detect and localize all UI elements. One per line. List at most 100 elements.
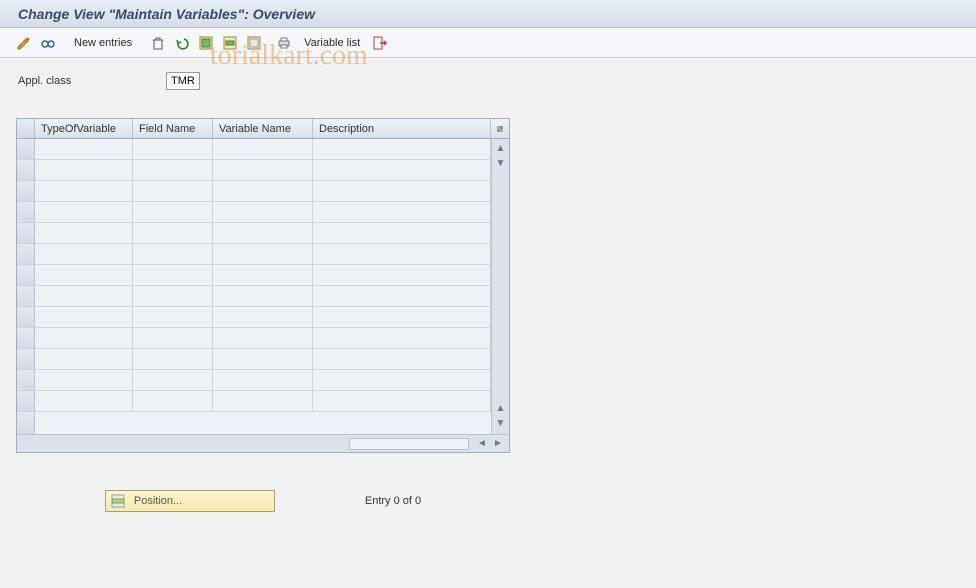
cell-field-name[interactable] <box>133 223 213 243</box>
cell-description[interactable] <box>313 202 491 222</box>
cell-variable-name[interactable] <box>213 244 313 264</box>
row-selector[interactable] <box>17 202 35 222</box>
cell-type-of-variable[interactable] <box>35 349 133 369</box>
cell-type-of-variable[interactable] <box>35 307 133 327</box>
row-selector[interactable] <box>17 244 35 264</box>
cell-type-of-variable[interactable] <box>35 328 133 348</box>
cell-description[interactable] <box>313 160 491 180</box>
cell-description[interactable] <box>313 139 491 159</box>
cell-field-name[interactable] <box>133 181 213 201</box>
row-selector[interactable] <box>17 139 35 159</box>
cell-type-of-variable[interactable] <box>35 370 133 390</box>
cell-variable-name[interactable] <box>213 181 313 201</box>
cell-variable-name[interactable] <box>213 265 313 285</box>
exit-icon[interactable] <box>370 33 390 53</box>
scroll-up-small-icon[interactable]: ▲ <box>494 402 508 416</box>
row-selector[interactable] <box>17 160 35 180</box>
select-block-icon[interactable] <box>220 33 240 53</box>
cell-variable-name[interactable] <box>213 307 313 327</box>
column-type-of-variable[interactable]: TypeOfVariable <box>35 119 133 138</box>
vertical-scrollbar[interactable]: ▲ ▼ ▲ ▼ <box>491 139 509 434</box>
table-settings-icon[interactable] <box>491 119 509 138</box>
table-row[interactable] <box>17 307 491 328</box>
table-row[interactable] <box>17 244 491 265</box>
row-selector[interactable] <box>17 370 35 390</box>
cell-field-name[interactable] <box>133 160 213 180</box>
table-row[interactable] <box>17 349 491 370</box>
row-selector[interactable] <box>17 307 35 327</box>
toggle-display-change-icon[interactable] <box>14 33 34 53</box>
cell-field-name[interactable] <box>133 307 213 327</box>
cell-description[interactable] <box>313 391 491 411</box>
cell-type-of-variable[interactable] <box>35 181 133 201</box>
table-row[interactable] <box>17 181 491 202</box>
table-row[interactable] <box>17 370 491 391</box>
cell-variable-name[interactable] <box>213 286 313 306</box>
cell-description[interactable] <box>313 244 491 264</box>
table-row[interactable] <box>17 202 491 223</box>
horizontal-scrollbar[interactable]: ◄ ► <box>17 434 509 452</box>
row-selector[interactable] <box>17 328 35 348</box>
cell-field-name[interactable] <box>133 139 213 159</box>
cell-type-of-variable[interactable] <box>35 265 133 285</box>
cell-field-name[interactable] <box>133 349 213 369</box>
scroll-up-icon[interactable]: ▲ <box>494 142 508 156</box>
column-variable-name[interactable]: Variable Name <box>213 119 313 138</box>
row-selector[interactable] <box>17 349 35 369</box>
cell-description[interactable] <box>313 328 491 348</box>
table-row[interactable] <box>17 265 491 286</box>
cell-type-of-variable[interactable] <box>35 223 133 243</box>
row-selector[interactable] <box>17 265 35 285</box>
cell-type-of-variable[interactable] <box>35 139 133 159</box>
row-selector-header[interactable] <box>17 119 35 138</box>
cell-field-name[interactable] <box>133 286 213 306</box>
table-row[interactable] <box>17 139 491 160</box>
delete-icon[interactable] <box>148 33 168 53</box>
cell-field-name[interactable] <box>133 265 213 285</box>
cell-field-name[interactable] <box>133 370 213 390</box>
table-row[interactable] <box>17 328 491 349</box>
cell-description[interactable] <box>313 223 491 243</box>
column-field-name[interactable]: Field Name <box>133 119 213 138</box>
cell-type-of-variable[interactable] <box>35 244 133 264</box>
cell-description[interactable] <box>313 349 491 369</box>
scroll-down-small-icon[interactable]: ▼ <box>494 157 508 171</box>
cell-variable-name[interactable] <box>213 349 313 369</box>
cell-variable-name[interactable] <box>213 160 313 180</box>
cell-variable-name[interactable] <box>213 202 313 222</box>
cell-description[interactable] <box>313 181 491 201</box>
cell-field-name[interactable] <box>133 202 213 222</box>
scroll-down-icon[interactable]: ▼ <box>494 417 508 431</box>
cell-field-name[interactable] <box>133 391 213 411</box>
cell-variable-name[interactable] <box>213 139 313 159</box>
print-icon[interactable] <box>274 33 294 53</box>
table-row[interactable] <box>17 286 491 307</box>
cell-variable-name[interactable] <box>213 328 313 348</box>
table-row[interactable] <box>17 391 491 412</box>
row-selector[interactable] <box>17 286 35 306</box>
row-selector[interactable] <box>17 223 35 243</box>
cell-description[interactable] <box>313 370 491 390</box>
cell-description[interactable] <box>313 286 491 306</box>
new-entries-button[interactable]: New entries <box>68 37 138 49</box>
scroll-right-icon[interactable]: ► <box>491 437 505 451</box>
cell-variable-name[interactable] <box>213 391 313 411</box>
scroll-left-icon[interactable]: ◄ <box>475 437 489 451</box>
cell-variable-name[interactable] <box>213 370 313 390</box>
table-row[interactable] <box>17 160 491 181</box>
hscroll-track[interactable] <box>349 438 469 450</box>
cell-field-name[interactable] <box>133 328 213 348</box>
appl-class-input[interactable] <box>166 72 200 90</box>
row-selector[interactable] <box>17 181 35 201</box>
cell-type-of-variable[interactable] <box>35 160 133 180</box>
deselect-all-icon[interactable] <box>244 33 264 53</box>
undo-change-icon[interactable] <box>172 33 192 53</box>
cell-type-of-variable[interactable] <box>35 391 133 411</box>
cell-description[interactable] <box>313 265 491 285</box>
cell-description[interactable] <box>313 307 491 327</box>
table-row[interactable] <box>17 223 491 244</box>
cell-field-name[interactable] <box>133 244 213 264</box>
cell-type-of-variable[interactable] <box>35 286 133 306</box>
column-description[interactable]: Description <box>313 119 491 138</box>
select-all-icon[interactable] <box>196 33 216 53</box>
